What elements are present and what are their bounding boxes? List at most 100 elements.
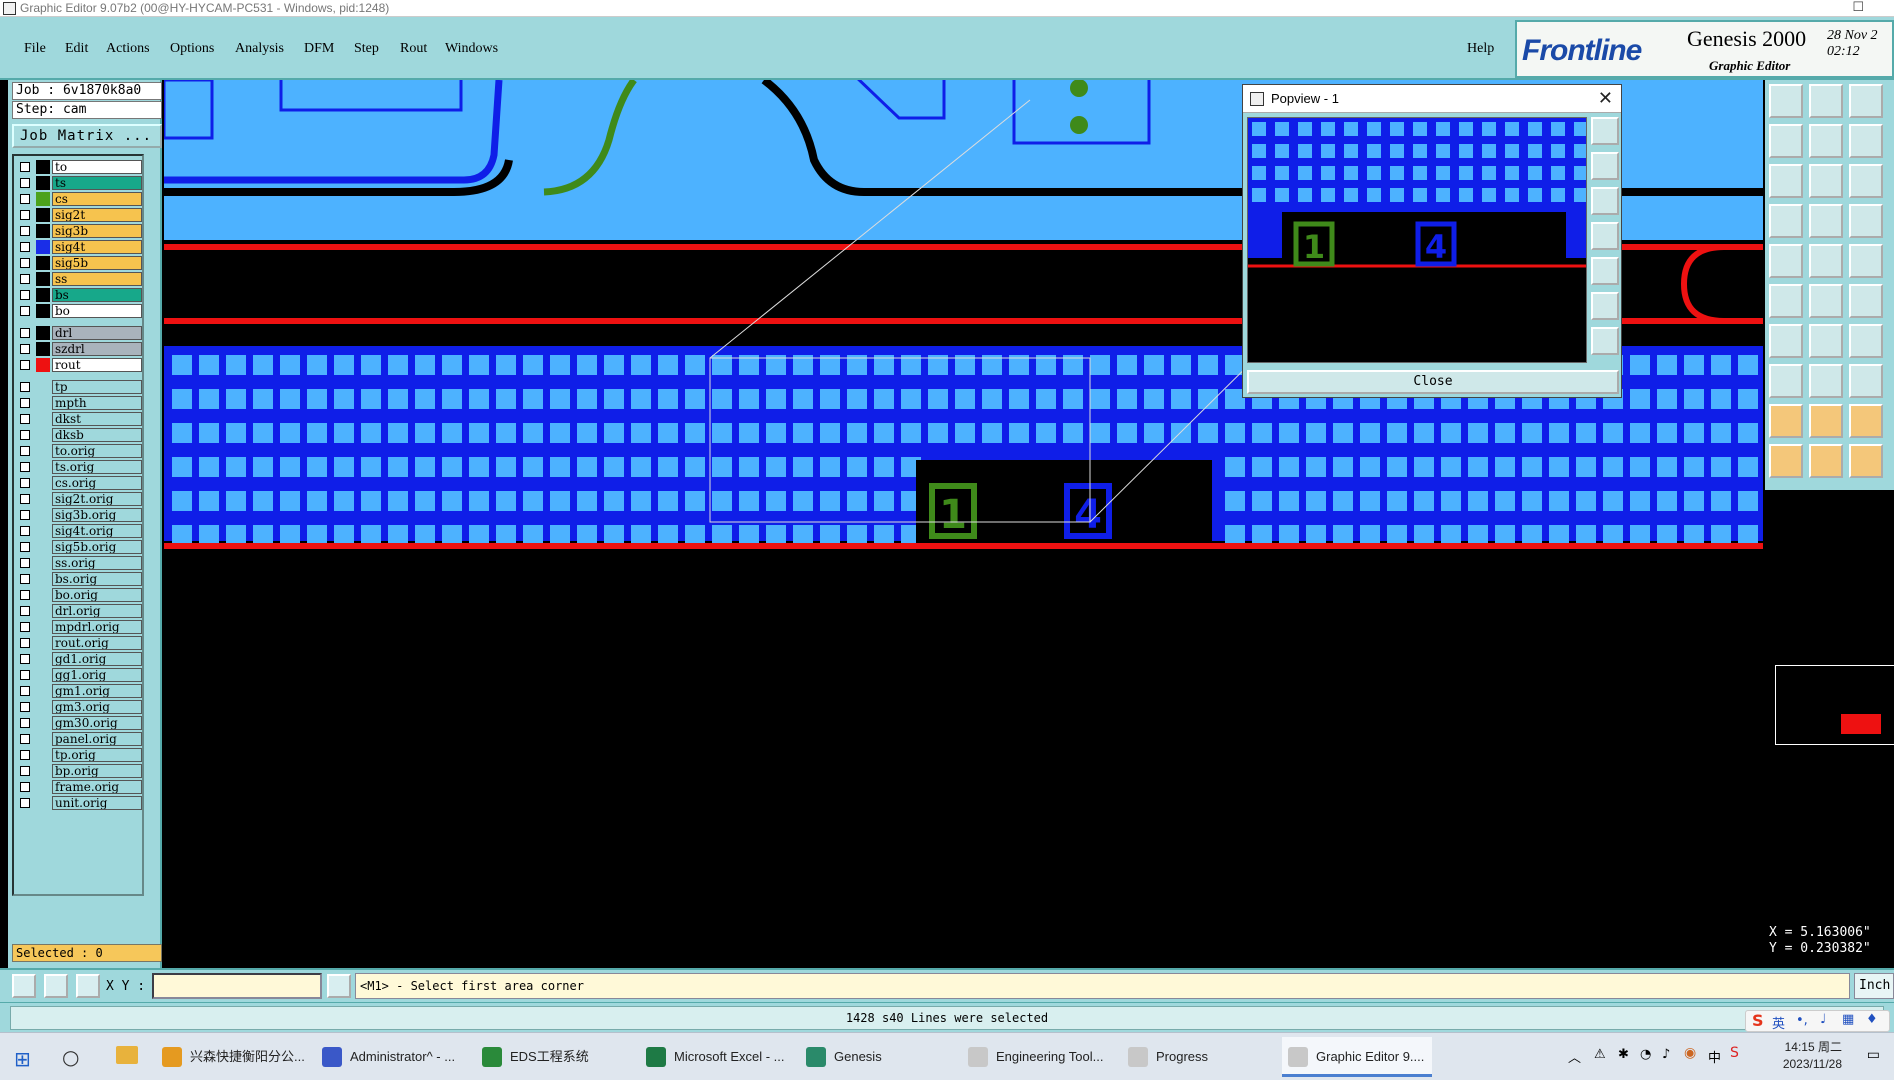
- layer-name[interactable]: drl: [52, 326, 142, 340]
- layer-color-swatch[interactable]: [36, 780, 50, 794]
- home-icon[interactable]: [1849, 84, 1883, 118]
- layer-checkbox[interactable]: [20, 798, 30, 808]
- layer-color-swatch[interactable]: [36, 358, 50, 372]
- layer-name[interactable]: bo.orig: [52, 588, 142, 602]
- layer-name[interactable]: sig4t: [52, 240, 142, 254]
- layer-color-swatch[interactable]: [36, 176, 50, 190]
- split-icon[interactable]: [1809, 364, 1843, 398]
- windows-start-icon[interactable]: ⊞: [14, 1047, 31, 1071]
- layer-name[interactable]: ts.orig: [52, 460, 142, 474]
- grid-icon[interactable]: [76, 974, 100, 998]
- layer-color-swatch[interactable]: [36, 342, 50, 356]
- layer-checkbox[interactable]: [20, 494, 30, 504]
- layer-row[interactable]: rout.orig: [16, 636, 142, 650]
- layer-row[interactable]: sig3b: [16, 224, 142, 238]
- layer-checkbox[interactable]: [20, 526, 30, 536]
- layer-color-swatch[interactable]: [36, 444, 50, 458]
- layer-checkbox[interactable]: [20, 670, 30, 680]
- layer-checkbox[interactable]: [20, 290, 30, 300]
- layer-row[interactable]: szdrl: [16, 342, 142, 356]
- layer-name[interactable]: ss.orig: [52, 556, 142, 570]
- layer-color-swatch[interactable]: [36, 224, 50, 238]
- layer-color-swatch[interactable]: [36, 588, 50, 602]
- bluetooth-icon[interactable]: ✱: [1618, 1047, 1629, 1062]
- layer-row[interactable]: to: [16, 160, 142, 174]
- layer-checkbox[interactable]: [20, 510, 30, 520]
- layer-name[interactable]: gm1.orig: [52, 684, 142, 698]
- layer-color-swatch[interactable]: [36, 240, 50, 254]
- text-c-icon[interactable]: [1849, 404, 1883, 438]
- layer-checkbox[interactable]: [20, 328, 30, 338]
- layer-row[interactable]: to.orig: [16, 444, 142, 458]
- clock[interactable]: 14:15 周二 2023/11/28: [1783, 1039, 1842, 1073]
- layer-name[interactable]: gm30.orig: [52, 716, 142, 730]
- ime-mode[interactable]: 英: [1772, 1013, 1785, 1032]
- notification-icon[interactable]: ▭: [1867, 1047, 1880, 1063]
- menu-step[interactable]: Step: [354, 41, 379, 57]
- taskbar-app[interactable]: Graphic Editor 9....: [1282, 1037, 1432, 1077]
- layer-checkbox[interactable]: [20, 782, 30, 792]
- layer-row[interactable]: rout: [16, 358, 142, 372]
- pv-zoom-home-icon[interactable]: [1591, 292, 1619, 320]
- layer-name[interactable]: ts: [52, 176, 142, 190]
- layer-color-swatch[interactable]: [36, 508, 50, 522]
- snap-icon[interactable]: [12, 974, 36, 998]
- maximize-icon[interactable]: ☐: [1852, 0, 1864, 15]
- layer-name[interactable]: dksb: [52, 428, 142, 442]
- layer-color-swatch[interactable]: [36, 460, 50, 474]
- layer-color-swatch[interactable]: [36, 428, 50, 442]
- scale-1-2-icon[interactable]: [1849, 164, 1883, 198]
- ime-mic-icon[interactable]: ♩: [1820, 1012, 1826, 1027]
- layer-color-swatch[interactable]: [36, 796, 50, 810]
- layer-name[interactable]: sig2t: [52, 208, 142, 222]
- resize-icon[interactable]: [1849, 364, 1883, 398]
- move-icon[interactable]: [1769, 284, 1803, 318]
- layer-checkbox[interactable]: [20, 542, 30, 552]
- taskbar-app[interactable]: 兴森快捷衡阳分公...: [156, 1037, 305, 1077]
- layer-color-swatch[interactable]: [36, 652, 50, 666]
- layer-row[interactable]: cs: [16, 192, 142, 206]
- layer-checkbox[interactable]: [20, 686, 30, 696]
- layer-checkbox[interactable]: [20, 750, 30, 760]
- popview-close-icon[interactable]: ✕: [1598, 88, 1613, 109]
- layer-name[interactable]: ss: [52, 272, 142, 286]
- file-explorer-icon[interactable]: [116, 1046, 138, 1064]
- layer-checkbox[interactable]: [20, 606, 30, 616]
- angle-icon[interactable]: [1769, 324, 1803, 358]
- layer-checkbox[interactable]: [20, 718, 30, 728]
- layer-row[interactable]: dksb: [16, 428, 142, 442]
- zoom-in-icon[interactable]: [1769, 124, 1803, 158]
- layer-row[interactable]: cs.orig: [16, 476, 142, 490]
- text-b-icon[interactable]: [1809, 404, 1843, 438]
- arc-icon[interactable]: [1849, 324, 1883, 358]
- ime-toolbar[interactable]: S 英 •, ♩ ▦ ♦: [1745, 1010, 1890, 1032]
- layer-row[interactable]: ss.orig: [16, 556, 142, 570]
- pv-pan-left-icon[interactable]: [1591, 222, 1619, 250]
- zoom-out-icon[interactable]: [1809, 124, 1843, 158]
- layer-checkbox[interactable]: [20, 654, 30, 664]
- layer-checkbox[interactable]: [20, 162, 30, 172]
- layer-name[interactable]: szdrl: [52, 342, 142, 356]
- layer-color-swatch[interactable]: [36, 492, 50, 506]
- layer-name[interactable]: cs: [52, 192, 142, 206]
- layer-row[interactable]: bs.orig: [16, 572, 142, 586]
- layer-row[interactable]: sig2t.orig: [16, 492, 142, 506]
- layer-row[interactable]: mpth: [16, 396, 142, 410]
- layer-name[interactable]: frame.orig: [52, 780, 142, 794]
- layer-row[interactable]: sig4t: [16, 240, 142, 254]
- layer-row[interactable]: bo.orig: [16, 588, 142, 602]
- ime-punct-icon[interactable]: •,: [1796, 1013, 1808, 1028]
- layer-row[interactable]: dkst: [16, 412, 142, 426]
- cross-icon[interactable]: [1809, 284, 1843, 318]
- layer-checkbox[interactable]: [20, 210, 30, 220]
- popview-window[interactable]: Popview - 1 ✕ 1 4 Close: [1242, 84, 1622, 398]
- layer-row[interactable]: frame.orig: [16, 780, 142, 794]
- layer-row[interactable]: gm30.orig: [16, 716, 142, 730]
- layer-color-swatch[interactable]: [36, 604, 50, 618]
- network-icon[interactable]: ⚠: [1594, 1047, 1606, 1062]
- layer-name[interactable]: tp.orig: [52, 748, 142, 762]
- layer-color-swatch[interactable]: [36, 636, 50, 650]
- menu-help[interactable]: Help: [1467, 41, 1494, 57]
- layer-name[interactable]: dkst: [52, 412, 142, 426]
- layer-name[interactable]: gd1.orig: [52, 652, 142, 666]
